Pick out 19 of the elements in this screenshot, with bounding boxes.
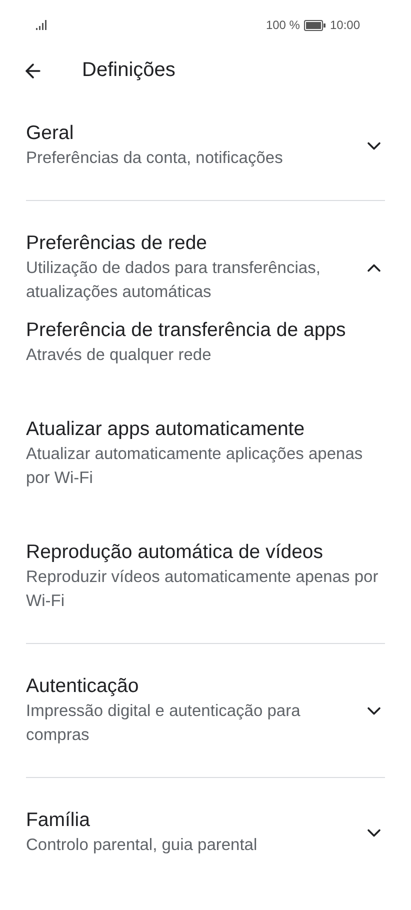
section-subtitle: Impressão digital e autenticação para compras bbox=[26, 701, 302, 746]
page-title: Definições bbox=[82, 59, 176, 82]
battery-percent: 100 % bbox=[266, 18, 300, 32]
setting-subtitle: Reproduzir vídeos automaticamente apenas por Wi-Fi bbox=[26, 567, 380, 612]
setting-subtitle: Atualizar automaticamente aplicações apenas por Wi-Fi bbox=[26, 444, 364, 489]
section-subtitle: Preferências da conta, notificações bbox=[26, 148, 284, 169]
clock-time: 10:00 bbox=[330, 18, 360, 32]
section-title[interactable]: Autenticação bbox=[26, 674, 346, 699]
signal-icon bbox=[36, 20, 47, 30]
section-title[interactable]: Geral bbox=[26, 121, 346, 146]
section-subtitle: Controlo parental, guia parental bbox=[26, 835, 258, 856]
battery-icon bbox=[304, 20, 326, 30]
section-title[interactable]: Família bbox=[26, 808, 346, 833]
setting-subtitle: Através de qualquer rede bbox=[26, 345, 212, 366]
section-subtitle: Utilização de dados para transferências, atualizações automáticas bbox=[26, 258, 322, 303]
section-title[interactable]: Preferências de rede bbox=[26, 231, 346, 256]
setting-title[interactable]: Atualizar apps automaticamente bbox=[26, 417, 385, 442]
setting-title[interactable]: Reprodução automática de vídeos bbox=[26, 540, 385, 565]
setting-title[interactable]: Preferência de transferência de apps bbox=[26, 318, 385, 343]
